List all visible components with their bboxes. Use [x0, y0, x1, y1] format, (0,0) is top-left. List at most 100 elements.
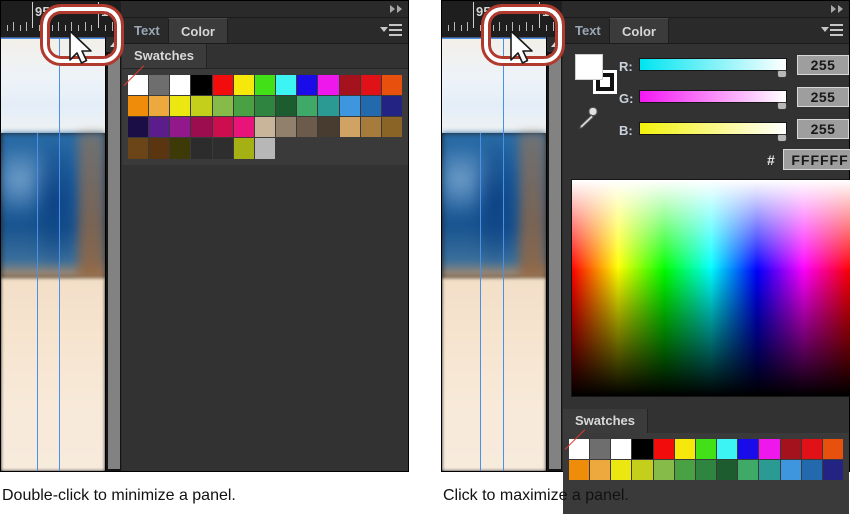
- swatch-cell[interactable]: [212, 75, 233, 96]
- vertical-scrollbar-left[interactable]: [105, 37, 121, 471]
- swatch-color[interactable]: [801, 439, 822, 460]
- swatch-color[interactable]: [590, 439, 611, 460]
- swatch-color[interactable]: [339, 117, 360, 138]
- swatch-cell[interactable]: [801, 439, 822, 460]
- swatch-color[interactable]: [297, 75, 318, 96]
- swatch-cell[interactable]: [360, 117, 381, 138]
- swatch-color[interactable]: [381, 96, 402, 117]
- swatch-cell[interactable]: [717, 460, 738, 481]
- swatch-color[interactable]: [297, 96, 318, 117]
- swatch-cell[interactable]: [149, 117, 170, 138]
- swatch-cell[interactable]: [170, 96, 191, 117]
- swatch-color[interactable]: [191, 138, 212, 159]
- swatch-color[interactable]: [738, 460, 759, 481]
- swatch-color[interactable]: [149, 138, 170, 159]
- channel-slider-g[interactable]: [639, 90, 787, 103]
- swatch-color[interactable]: [695, 439, 717, 460]
- swatch-cell[interactable]: [717, 439, 738, 460]
- swatch-color[interactable]: [653, 460, 674, 481]
- swatch-cell[interactable]: [360, 75, 381, 96]
- swatch-cell[interactable]: [170, 75, 191, 96]
- swatch-cell[interactable]: [212, 138, 233, 159]
- swatch-cell[interactable]: [360, 96, 381, 117]
- swatch-color[interactable]: [233, 75, 254, 96]
- swatch-cell[interactable]: [339, 117, 360, 138]
- swatch-color[interactable]: [254, 138, 276, 159]
- guide-vertical-b-right[interactable]: [503, 38, 504, 471]
- swatch-color[interactable]: [170, 117, 191, 138]
- swatch-cell[interactable]: [801, 460, 822, 481]
- swatch-cell[interactable]: [381, 96, 402, 117]
- double-chevron-right-icon[interactable]: [831, 5, 843, 13]
- swatch-color[interactable]: [717, 460, 738, 481]
- swatch-cell[interactable]: [128, 96, 149, 117]
- tab-text-right[interactable]: Text: [563, 18, 613, 43]
- panel-menu-icon-left[interactable]: [380, 24, 402, 37]
- swatch-color[interactable]: [759, 439, 780, 460]
- channel-slider-thumb-b[interactable]: [777, 134, 787, 142]
- swatch-color[interactable]: [674, 439, 695, 460]
- swatch-cell[interactable]: [318, 117, 339, 138]
- swatch-color[interactable]: [339, 75, 360, 96]
- swatch-cell[interactable]: [191, 75, 212, 96]
- swatch-color[interactable]: [149, 96, 170, 117]
- swatch-cell[interactable]: [191, 117, 212, 138]
- channel-value-b[interactable]: 255: [797, 119, 849, 139]
- swatch-color[interactable]: [191, 75, 212, 96]
- swatch-color[interactable]: [360, 75, 381, 96]
- swatch-cell[interactable]: [759, 460, 780, 481]
- swatch-cell[interactable]: [381, 75, 402, 96]
- swatch-color[interactable]: [128, 96, 149, 117]
- swatch-color[interactable]: [339, 96, 360, 117]
- swatch-cell[interactable]: [254, 138, 276, 159]
- swatch-none[interactable]: [128, 75, 149, 96]
- swatch-cell[interactable]: [822, 439, 843, 460]
- swatch-color[interactable]: [233, 138, 254, 159]
- swatch-cell[interactable]: [632, 460, 653, 481]
- swatch-cell[interactable]: [254, 117, 276, 138]
- swatch-color[interactable]: [360, 96, 381, 117]
- swatch-color[interactable]: [254, 117, 276, 138]
- double-chevron-right-icon[interactable]: [390, 5, 402, 13]
- swatch-cell[interactable]: [780, 439, 801, 460]
- swatch-cell[interactable]: [611, 439, 632, 460]
- swatch-color[interactable]: [381, 75, 402, 96]
- swatch-color[interactable]: [738, 439, 759, 460]
- swatch-color[interactable]: [611, 460, 632, 481]
- swatch-cell[interactable]: [170, 138, 191, 159]
- swatch-cell[interactable]: [759, 439, 780, 460]
- channel-slider-b[interactable]: [639, 122, 787, 135]
- swatch-color[interactable]: [801, 460, 822, 481]
- swatch-color[interactable]: [611, 439, 632, 460]
- swatch-color[interactable]: [170, 138, 191, 159]
- swatch-cell[interactable]: [822, 460, 843, 481]
- channel-slider-r[interactable]: [639, 58, 787, 71]
- swatch-color[interactable]: [191, 96, 212, 117]
- vertical-scrollbar-right[interactable]: [546, 37, 562, 471]
- guide-vertical-b-left[interactable]: [59, 38, 60, 471]
- swatch-cell[interactable]: [653, 439, 674, 460]
- swatch-cell[interactable]: [674, 460, 695, 481]
- swatch-color[interactable]: [212, 117, 233, 138]
- hex-value-field[interactable]: FFFFFF: [783, 149, 850, 170]
- swatch-cell[interactable]: [653, 460, 674, 481]
- swatch-color[interactable]: [170, 96, 191, 117]
- swatch-cell[interactable]: [254, 75, 276, 96]
- swatch-color[interactable]: [780, 460, 801, 481]
- swatch-none[interactable]: [569, 439, 590, 460]
- tab-color-right[interactable]: Color: [609, 18, 669, 43]
- channel-slider-thumb-r[interactable]: [777, 70, 787, 78]
- swatch-color[interactable]: [569, 460, 590, 481]
- foreground-color-swatch[interactable]: [575, 54, 603, 80]
- swatch-color[interactable]: [632, 439, 653, 460]
- swatch-cell[interactable]: [738, 439, 759, 460]
- swatch-color[interactable]: [212, 75, 233, 96]
- swatch-color[interactable]: [297, 117, 318, 138]
- channel-value-g[interactable]: 255: [797, 87, 849, 107]
- swatch-color[interactable]: [653, 439, 674, 460]
- swatch-color[interactable]: [381, 117, 402, 138]
- swatch-color[interactable]: [674, 460, 695, 481]
- swatch-cell[interactable]: [149, 75, 170, 96]
- swatch-color[interactable]: [149, 75, 170, 96]
- channel-value-r[interactable]: 255: [797, 55, 849, 75]
